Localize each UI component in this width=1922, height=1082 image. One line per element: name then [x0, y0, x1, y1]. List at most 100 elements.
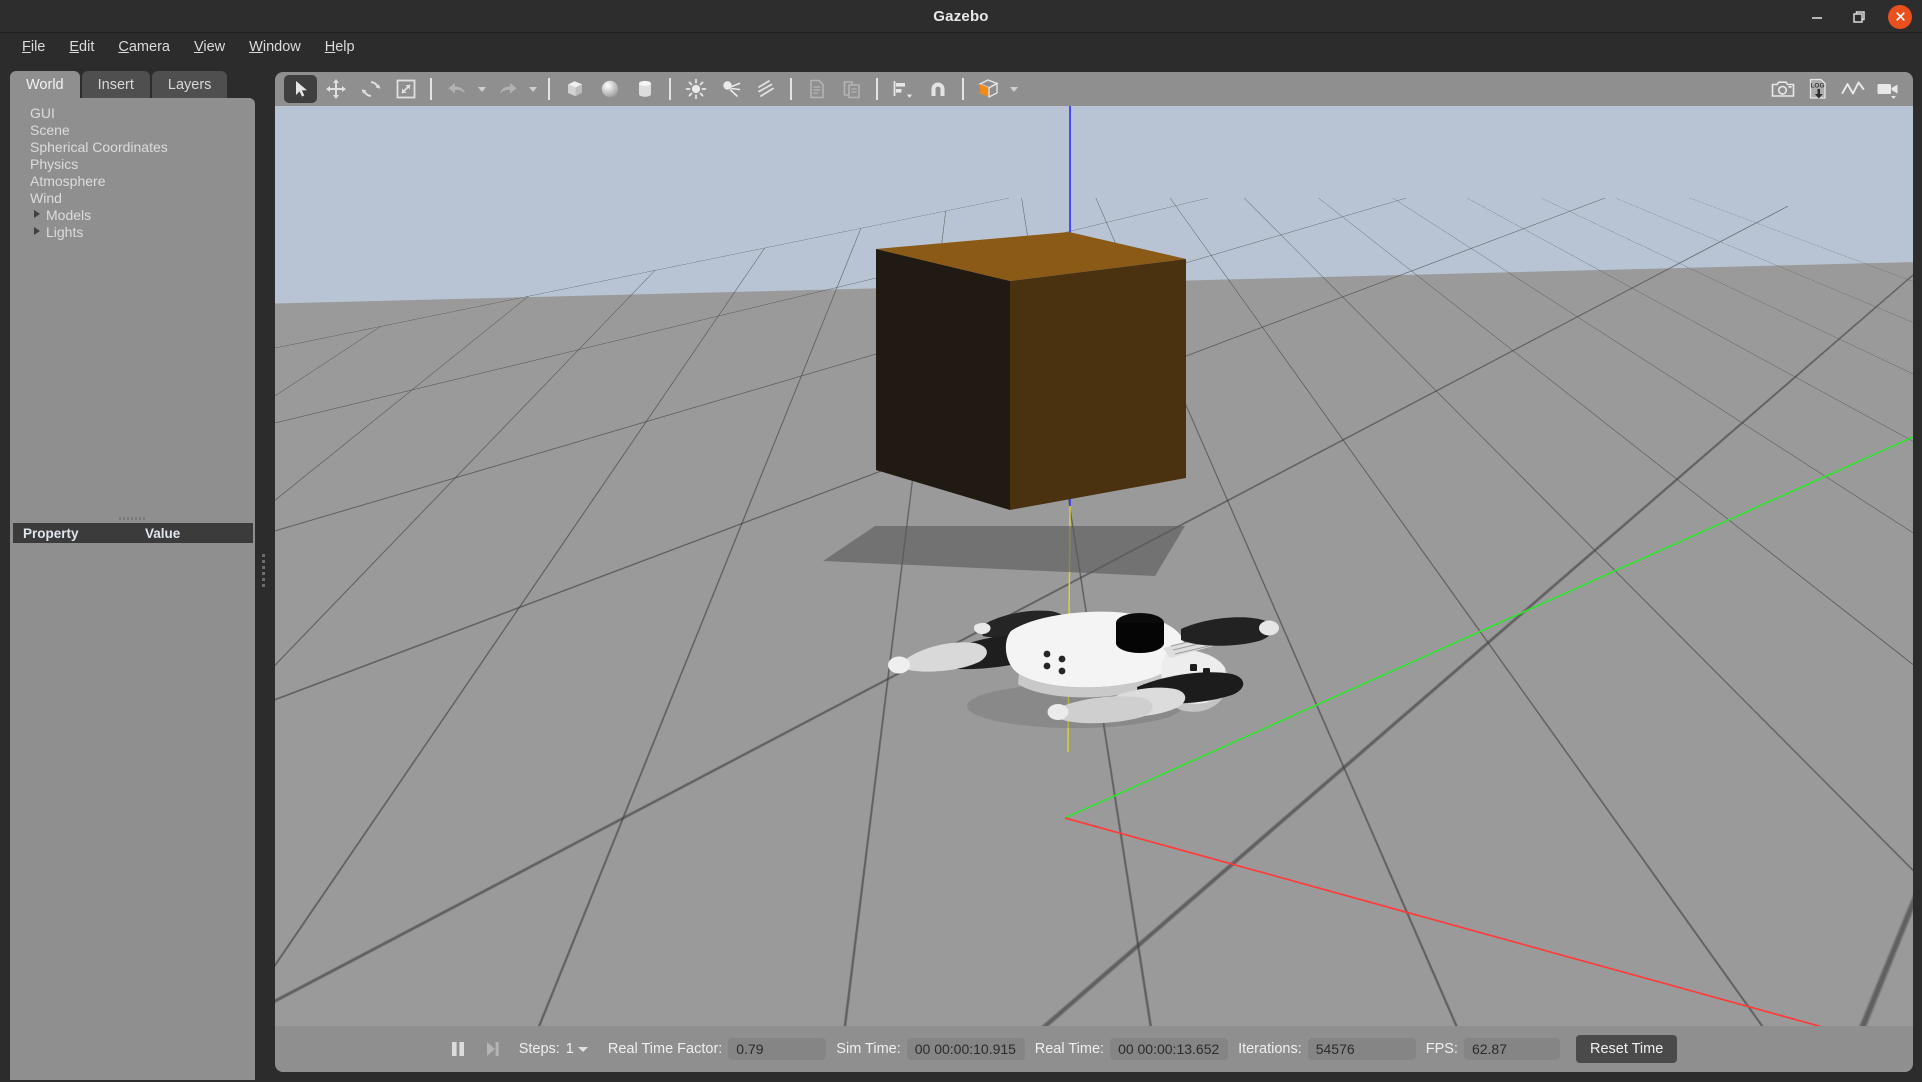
insert-spot-light-button[interactable]	[714, 75, 747, 103]
3d-viewport[interactable]	[275, 106, 1913, 1026]
toolbar-separator	[669, 78, 671, 100]
iterations-value: 54576	[1307, 1038, 1416, 1060]
tree-item-physics[interactable]: Physics	[10, 155, 255, 172]
cylinder-icon	[638, 80, 651, 97]
video-record-button[interactable]	[1871, 75, 1904, 103]
tree-item-models[interactable]: Models	[10, 206, 255, 223]
view-angle-button[interactable]	[972, 75, 1005, 103]
left-dock-panel: World Insert Layers GUI Scene Spherical …	[0, 61, 268, 1082]
splitter-grip-icon	[261, 553, 265, 590]
toolbar-separator	[790, 78, 792, 100]
steps-value[interactable]: 1	[566, 1041, 578, 1057]
video-camera-icon	[1877, 84, 1897, 99]
view-angle-dropdown[interactable]	[1006, 75, 1022, 103]
robot-leg-rear-right	[1181, 617, 1279, 646]
insert-sphere-button[interactable]	[593, 75, 626, 103]
undo-arrow-icon	[447, 83, 465, 94]
minimize-icon[interactable]	[1804, 4, 1830, 30]
menu-camera[interactable]: Camera	[106, 35, 182, 59]
log-record-button[interactable]: LOG	[1801, 75, 1834, 103]
move-arrows-icon	[325, 79, 346, 99]
menu-edit[interactable]: Edit	[57, 35, 106, 59]
tab-layers[interactable]: Layers	[151, 71, 228, 98]
column-header-property: Property	[23, 525, 79, 541]
maximize-icon[interactable]	[1846, 4, 1872, 30]
translate-mode-button[interactable]	[319, 75, 352, 103]
steps-label: Steps:	[518, 1041, 560, 1057]
simulation-status-bar: Steps: 1 Real Time Factor: 0.79 Sim Time…	[275, 1026, 1913, 1072]
chevron-down-icon	[478, 86, 486, 92]
screenshot-button[interactable]	[1766, 75, 1799, 103]
plot-button[interactable]	[1836, 75, 1869, 103]
rotate-mode-button[interactable]	[354, 75, 387, 103]
chevron-right-icon[interactable]	[34, 227, 40, 235]
main-toolbar: LOG	[275, 72, 1913, 106]
steps-dropdown-icon[interactable]	[577, 1046, 588, 1052]
pause-icon	[451, 1042, 464, 1056]
tree-item-lights[interactable]: Lights	[10, 223, 255, 240]
snap-button[interactable]	[921, 75, 954, 103]
property-table-header: Property Value	[13, 523, 253, 543]
chevron-down-icon	[1010, 86, 1018, 92]
redo-button[interactable]	[491, 75, 524, 103]
tree-item-label: Wind	[30, 189, 62, 206]
world-tree: GUI Scene Spherical Coordinates Physics …	[10, 104, 255, 240]
sim-time-label: Sim Time:	[836, 1041, 901, 1057]
tree-item-label: Models	[46, 206, 92, 223]
select-mode-button[interactable]	[284, 75, 317, 103]
tree-item-label: Scene	[30, 121, 70, 138]
tree-item-spherical-coordinates[interactable]: Spherical Coordinates	[10, 138, 255, 155]
cursor-arrow-icon	[295, 81, 307, 97]
robot-lidar-sensor	[1116, 613, 1164, 653]
undo-button[interactable]	[440, 75, 473, 103]
insert-cylinder-button[interactable]	[628, 75, 661, 103]
paste-button[interactable]	[835, 75, 868, 103]
quadruped-robot-object[interactable]	[275, 106, 1913, 1026]
insert-box-button[interactable]	[558, 75, 591, 103]
toolbar-separator	[962, 78, 964, 100]
align-icon	[893, 81, 912, 98]
gazebo-window: Gazebo File Edit Camera View Window Help…	[0, 0, 1922, 1082]
tree-item-scene[interactable]: Scene	[10, 121, 255, 138]
log-download-icon: LOG	[1809, 78, 1826, 99]
scale-mode-button[interactable]	[389, 75, 422, 103]
tree-item-label: Spherical Coordinates	[30, 138, 168, 155]
svg-text:LOG: LOG	[1810, 83, 1824, 90]
magnet-icon	[931, 82, 944, 96]
column-header-value: Value	[145, 525, 181, 541]
world-panel-body: GUI Scene Spherical Coordinates Physics …	[10, 98, 255, 1080]
chevron-right-icon[interactable]	[34, 210, 40, 218]
copy-button[interactable]	[800, 75, 833, 103]
real-time-label: Real Time:	[1034, 1041, 1105, 1057]
insert-directional-light-button[interactable]	[749, 75, 782, 103]
menu-view[interactable]: View	[182, 35, 237, 59]
tab-world[interactable]: World	[10, 71, 80, 98]
view-cube-icon	[977, 79, 999, 99]
sim-time-value: 00 00:00:10.915	[906, 1038, 1025, 1060]
tree-item-label: Atmosphere	[30, 172, 106, 189]
title-bar: Gazebo	[0, 0, 1922, 33]
tree-item-atmosphere[interactable]: Atmosphere	[10, 172, 255, 189]
menu-file[interactable]: File	[10, 35, 57, 59]
tree-item-gui[interactable]: GUI	[10, 104, 255, 121]
tab-insert[interactable]: Insert	[81, 71, 150, 98]
panel-horizontal-splitter[interactable]	[10, 513, 255, 523]
real-time-factor-label: Real Time Factor:	[607, 1041, 723, 1057]
pause-button[interactable]	[441, 1034, 475, 1064]
insert-point-light-button[interactable]	[679, 75, 712, 103]
camera-icon	[1771, 81, 1794, 97]
redo-history-button[interactable]	[525, 75, 541, 103]
menu-window[interactable]: Window	[237, 35, 313, 59]
dock-viewport-splitter[interactable]	[257, 61, 269, 1082]
tree-item-wind[interactable]: Wind	[10, 189, 255, 206]
align-button[interactable]	[886, 75, 919, 103]
directional-light-icon	[757, 80, 774, 97]
reset-time-button[interactable]: Reset Time	[1575, 1035, 1678, 1063]
redo-arrow-icon	[499, 83, 517, 94]
chevron-down-icon	[529, 86, 537, 92]
close-icon[interactable]	[1888, 4, 1912, 29]
menu-help[interactable]: Help	[313, 35, 367, 59]
step-forward-button[interactable]	[475, 1034, 509, 1064]
fps-value: 62.87	[1463, 1038, 1560, 1060]
undo-history-button[interactable]	[474, 75, 490, 103]
